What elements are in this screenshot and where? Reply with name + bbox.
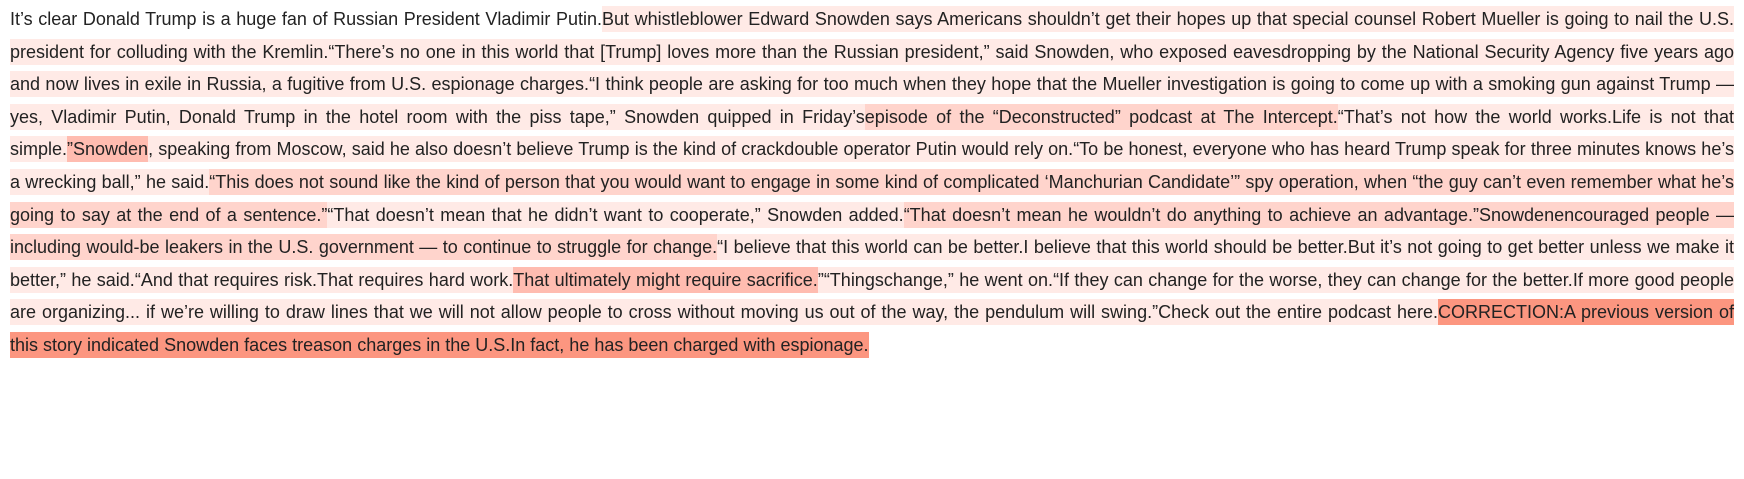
text-segment-18: That requires hard work. <box>317 266 514 293</box>
text-segment-17: “And that requires risk. <box>134 266 318 293</box>
text-segment-26: In fact, he has been charged with espion… <box>510 331 869 358</box>
text-segment-14: “I believe that this world can be better… <box>717 234 1024 261</box>
text-segment-11: “That doesn’t mean that he didn’t want t… <box>327 201 904 228</box>
text-segment-8: , speaking from Moscow, said he also doe… <box>148 136 1074 163</box>
text-segment-7: ”Snowden <box>67 136 149 163</box>
text-segment-15: I believe that this world should be bett… <box>1023 234 1348 261</box>
text-segment-0: It’s clear Donald Trump is a huge fan of… <box>10 9 603 29</box>
text-segment-19: That ultimately might require sacrifice. <box>513 266 818 293</box>
article-body: It’s clear Donald Trump is a huge fan of… <box>0 0 1744 362</box>
text-segment-24: ”Check out the entire podcast here. <box>1152 299 1439 326</box>
text-segment-20: ” <box>817 266 824 293</box>
text-segment-5: “That’s not how the world works. <box>1337 103 1613 130</box>
text-segment-12: “That doesn’t mean he wouldn’t do anythi… <box>903 201 1480 228</box>
text-segment-4: episode of the “Deconstructed” podcast a… <box>864 103 1338 130</box>
text-segment-21: “Thingschange,” he went on. <box>823 266 1054 293</box>
text-segment-22: “If they can change for the worse, they … <box>1053 266 1573 293</box>
